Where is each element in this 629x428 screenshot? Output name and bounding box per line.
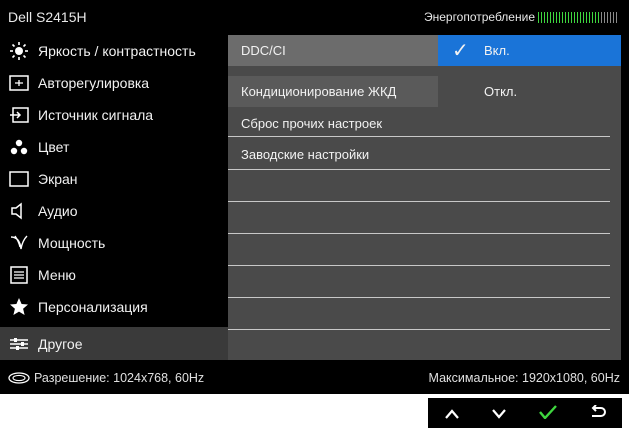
submenu-label-factory-reset: Заводские настройки bbox=[241, 147, 370, 162]
nav-buttons bbox=[428, 398, 622, 428]
submenu-label-lcd-conditioning: Кондиционирование ЖКД bbox=[241, 84, 397, 99]
color-icon bbox=[8, 136, 30, 158]
submenu-factory-reset[interactable]: Заводские настройки bbox=[228, 139, 438, 170]
display-icon bbox=[8, 168, 30, 190]
submenu-other-reset[interactable]: Сброс прочих настроек bbox=[228, 108, 438, 139]
star-icon bbox=[8, 296, 30, 318]
menu-item-power[interactable]: Мощность bbox=[0, 227, 228, 259]
submenu-ddcci[interactable]: DDC/CI bbox=[228, 35, 438, 66]
input-source-icon bbox=[8, 104, 30, 126]
menu-label-audio: Аудио bbox=[38, 203, 78, 219]
menu-label-auto-adjust: Авторегулировка bbox=[38, 75, 150, 91]
menu-item-auto-adjust[interactable]: Авторегулировка bbox=[0, 67, 228, 99]
resolution-info: Разрешение: 1024x768, 60Hz bbox=[8, 371, 204, 385]
up-icon[interactable] bbox=[444, 404, 459, 422]
option-off[interactable]: Откл. bbox=[438, 76, 621, 107]
menu-item-personalize[interactable]: Персонализация bbox=[0, 291, 228, 323]
divider bbox=[228, 233, 610, 234]
status-bar: Разрешение: 1024x768, 60Hz Максимальное:… bbox=[0, 360, 629, 394]
energy-bar-empty bbox=[601, 11, 619, 23]
divider bbox=[228, 265, 610, 266]
menu-label-menu: Меню bbox=[38, 267, 76, 283]
divider bbox=[228, 297, 610, 298]
back-icon[interactable] bbox=[590, 404, 606, 422]
auto-adjust-icon bbox=[8, 72, 30, 94]
divider bbox=[228, 169, 610, 170]
power-icon bbox=[8, 232, 30, 254]
main-menu: Яркость / контрастность Авторегулировка … bbox=[0, 35, 228, 360]
down-icon[interactable] bbox=[491, 404, 506, 422]
menu-item-audio[interactable]: Аудио bbox=[0, 195, 228, 227]
options-panel: ✓ Вкл. Откл. bbox=[438, 35, 621, 360]
submenu-lcd-conditioning[interactable]: Кондиционирование ЖКД bbox=[228, 76, 438, 107]
menu-item-menu[interactable]: Меню bbox=[0, 259, 228, 291]
check-icon[interactable] bbox=[538, 404, 557, 422]
menu-item-other[interactable]: Другое bbox=[0, 327, 228, 360]
menu-item-input-source[interactable]: Источник сигнала bbox=[0, 99, 228, 131]
menu-label-other: Другое bbox=[38, 335, 83, 352]
energy-label: Энергопотребление bbox=[423, 10, 535, 24]
osd-header: Dell S2415H Энергопотребление bbox=[0, 0, 629, 35]
menu-label-personalize: Персонализация bbox=[38, 299, 148, 315]
signal-icon bbox=[8, 372, 30, 384]
energy-bar-filled bbox=[538, 11, 601, 23]
menu-item-color[interactable]: Цвет bbox=[0, 131, 228, 163]
monitor-title: Dell S2415H bbox=[8, 9, 87, 25]
menu-item-display[interactable]: Экран bbox=[0, 163, 228, 195]
energy-meter: Энергопотребление bbox=[424, 10, 619, 24]
audio-icon bbox=[8, 200, 30, 222]
check-icon: ✓ bbox=[452, 39, 469, 62]
menu-label-display: Экран bbox=[38, 171, 78, 187]
menu-label-power: Мощность bbox=[38, 235, 106, 251]
brightness-icon bbox=[8, 40, 30, 62]
divider bbox=[228, 201, 610, 202]
menu-label-input-source: Источник сигнала bbox=[38, 107, 154, 123]
other-icon bbox=[8, 333, 30, 355]
menu-item-brightness[interactable]: Яркость / контрастность bbox=[0, 35, 228, 67]
current-resolution: Разрешение: 1024x768, 60Hz bbox=[34, 371, 205, 385]
osd-window: Dell S2415H Энергопотребление Яркость / … bbox=[0, 0, 629, 394]
option-on[interactable]: ✓ Вкл. bbox=[438, 35, 621, 66]
option-label-on: Вкл. bbox=[484, 43, 510, 58]
max-resolution: Максимальное: 1920x1080, 60Hz bbox=[428, 371, 620, 385]
divider bbox=[228, 136, 610, 137]
option-label-off: Откл. bbox=[484, 84, 518, 99]
menu-label-brightness: Яркость / контрастность bbox=[38, 43, 196, 59]
submenu-label-ddcci: DDC/CI bbox=[241, 43, 286, 58]
submenu-panel: DDC/CI Кондиционирование ЖКД Сброс прочи… bbox=[228, 35, 438, 360]
divider bbox=[228, 329, 610, 330]
menu-icon bbox=[8, 264, 30, 286]
menu-label-color: Цвет bbox=[38, 139, 70, 155]
submenu-label-other-reset: Сброс прочих настроек bbox=[241, 116, 383, 131]
